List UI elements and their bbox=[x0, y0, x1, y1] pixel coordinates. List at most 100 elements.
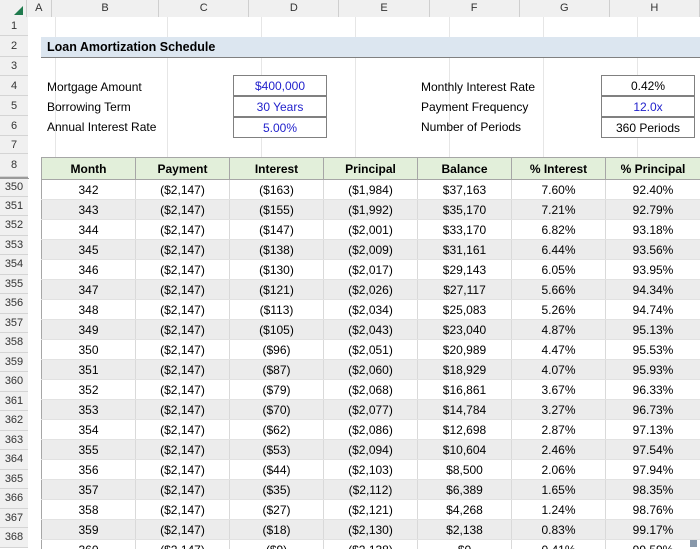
column-header-e[interactable]: E bbox=[339, 0, 429, 17]
row-header-3[interactable]: 3 bbox=[0, 57, 28, 76]
table-cell[interactable]: 349 bbox=[42, 320, 136, 340]
row-header-363[interactable]: 363 bbox=[0, 431, 28, 451]
table-cell[interactable]: ($147) bbox=[230, 220, 324, 240]
table-cell[interactable]: ($2,147) bbox=[136, 320, 230, 340]
table-cell[interactable]: $14,784 bbox=[418, 400, 512, 420]
column-header-payment[interactable]: Payment bbox=[136, 158, 230, 180]
row-header-358[interactable]: 358 bbox=[0, 333, 28, 353]
table-cell[interactable]: 97.13% bbox=[606, 420, 700, 440]
table-cell[interactable]: ($2,147) bbox=[136, 400, 230, 420]
table-cell[interactable]: ($2,077) bbox=[324, 400, 418, 420]
column-header-g[interactable]: G bbox=[520, 0, 610, 17]
column-header-principal[interactable]: Principal bbox=[324, 158, 418, 180]
table-cell[interactable]: 5.26% bbox=[512, 300, 606, 320]
table-cell[interactable]: 0.41% bbox=[512, 540, 606, 549]
column-header-h[interactable]: H bbox=[610, 0, 700, 17]
table-cell[interactable]: 4.07% bbox=[512, 360, 606, 380]
table-cell[interactable]: ($79) bbox=[230, 380, 324, 400]
column-header-d[interactable]: D bbox=[249, 0, 339, 17]
row-header-362[interactable]: 362 bbox=[0, 411, 28, 431]
input-payment-frequency[interactable]: 12.0x bbox=[601, 96, 695, 117]
table-cell[interactable]: $27,117 bbox=[418, 280, 512, 300]
row-header-2[interactable]: 2 bbox=[0, 36, 28, 57]
row-header-368[interactable]: 368 bbox=[0, 528, 28, 548]
table-row[interactable]: 346($2,147)($130)($2,017)$29,1436.05%93.… bbox=[42, 260, 700, 280]
table-cell[interactable]: $16,861 bbox=[418, 380, 512, 400]
table-cell[interactable]: ($2,147) bbox=[136, 360, 230, 380]
table-cell[interactable]: 97.54% bbox=[606, 440, 700, 460]
table-row[interactable]: 351($2,147)($87)($2,060)$18,9294.07%95.9… bbox=[42, 360, 700, 380]
table-cell[interactable]: 99.59% bbox=[606, 540, 700, 549]
table-row[interactable]: 342($2,147)($163)($1,984)$37,1637.60%92.… bbox=[42, 180, 700, 200]
table-cell[interactable]: 2.06% bbox=[512, 460, 606, 480]
column-header-c[interactable]: C bbox=[159, 0, 249, 17]
table-row[interactable]: 357($2,147)($35)($2,112)$6,3891.65%98.35… bbox=[42, 480, 700, 500]
table-cell[interactable]: ($87) bbox=[230, 360, 324, 380]
table-cell[interactable]: 2.87% bbox=[512, 420, 606, 440]
table-cell[interactable]: $12,698 bbox=[418, 420, 512, 440]
row-header-6[interactable]: 6 bbox=[0, 116, 28, 136]
row-header-355[interactable]: 355 bbox=[0, 275, 28, 295]
row-header-351[interactable]: 351 bbox=[0, 197, 28, 217]
table-row[interactable]: 359($2,147)($18)($2,130)$2,1380.83%99.17… bbox=[42, 520, 700, 540]
table-cell[interactable]: 98.35% bbox=[606, 480, 700, 500]
table-cell[interactable]: ($2,147) bbox=[136, 440, 230, 460]
table-cell[interactable]: ($2,112) bbox=[324, 480, 418, 500]
table-cell[interactable]: 92.40% bbox=[606, 180, 700, 200]
table-cell[interactable]: 94.74% bbox=[606, 300, 700, 320]
table-cell[interactable]: 355 bbox=[42, 440, 136, 460]
table-cell[interactable]: ($113) bbox=[230, 300, 324, 320]
table-cell[interactable]: 352 bbox=[42, 380, 136, 400]
table-cell[interactable]: 1.24% bbox=[512, 500, 606, 520]
table-cell[interactable]: ($105) bbox=[230, 320, 324, 340]
input-borrowing-term[interactable]: 30 Years bbox=[233, 96, 327, 117]
table-cell[interactable]: 93.95% bbox=[606, 260, 700, 280]
table-cell[interactable]: 348 bbox=[42, 300, 136, 320]
table-cell[interactable]: ($70) bbox=[230, 400, 324, 420]
table-cell[interactable]: 360 bbox=[42, 540, 136, 549]
table-cell[interactable]: ($2,086) bbox=[324, 420, 418, 440]
column-header-pct-interest[interactable]: % Interest bbox=[512, 158, 606, 180]
column-header-a[interactable]: A bbox=[27, 0, 52, 17]
table-cell[interactable]: 354 bbox=[42, 420, 136, 440]
table-row[interactable]: 356($2,147)($44)($2,103)$8,5002.06%97.94… bbox=[42, 460, 700, 480]
table-cell[interactable]: $20,989 bbox=[418, 340, 512, 360]
row-header-361[interactable]: 361 bbox=[0, 392, 28, 412]
row-header-352[interactable]: 352 bbox=[0, 216, 28, 236]
row-header-366[interactable]: 366 bbox=[0, 489, 28, 509]
table-cell[interactable]: ($2,147) bbox=[136, 260, 230, 280]
table-cell[interactable]: $23,040 bbox=[418, 320, 512, 340]
table-cell[interactable]: ($2,103) bbox=[324, 460, 418, 480]
row-header-360[interactable]: 360 bbox=[0, 372, 28, 392]
table-cell[interactable]: ($121) bbox=[230, 280, 324, 300]
table-cell[interactable]: ($44) bbox=[230, 460, 324, 480]
table-cell[interactable]: $0 bbox=[418, 540, 512, 549]
row-header-354[interactable]: 354 bbox=[0, 255, 28, 275]
table-cell[interactable]: ($1,992) bbox=[324, 200, 418, 220]
table-cell[interactable]: 96.73% bbox=[606, 400, 700, 420]
table-row[interactable]: 358($2,147)($27)($2,121)$4,2681.24%98.76… bbox=[42, 500, 700, 520]
input-annual-interest-rate[interactable]: 5.00% bbox=[233, 117, 327, 138]
table-cell[interactable]: ($2,026) bbox=[324, 280, 418, 300]
table-cell[interactable]: ($2,147) bbox=[136, 220, 230, 240]
table-cell[interactable]: $6,389 bbox=[418, 480, 512, 500]
row-header-364[interactable]: 364 bbox=[0, 450, 28, 470]
table-cell[interactable]: 343 bbox=[42, 200, 136, 220]
table-cell[interactable]: ($1,984) bbox=[324, 180, 418, 200]
table-row[interactable]: 344($2,147)($147)($2,001)$33,1706.82%93.… bbox=[42, 220, 700, 240]
table-cell[interactable]: ($2,043) bbox=[324, 320, 418, 340]
row-header-359[interactable]: 359 bbox=[0, 353, 28, 373]
table-row[interactable]: 360($2,147)($9)($2,138)$00.41%99.59% bbox=[42, 540, 700, 549]
table-cell[interactable]: 7.21% bbox=[512, 200, 606, 220]
table-cell[interactable]: ($130) bbox=[230, 260, 324, 280]
table-row[interactable]: 345($2,147)($138)($2,009)$31,1616.44%93.… bbox=[42, 240, 700, 260]
table-cell[interactable]: ($18) bbox=[230, 520, 324, 540]
column-header-pct-principal[interactable]: % Principal bbox=[606, 158, 700, 180]
table-cell[interactable]: ($2,147) bbox=[136, 540, 230, 549]
table-cell[interactable]: ($2,001) bbox=[324, 220, 418, 240]
table-cell[interactable]: ($96) bbox=[230, 340, 324, 360]
table-cell[interactable]: ($2,009) bbox=[324, 240, 418, 260]
table-cell[interactable]: $10,604 bbox=[418, 440, 512, 460]
selection-fill-handle[interactable] bbox=[690, 540, 697, 547]
table-cell[interactable]: ($2,147) bbox=[136, 420, 230, 440]
